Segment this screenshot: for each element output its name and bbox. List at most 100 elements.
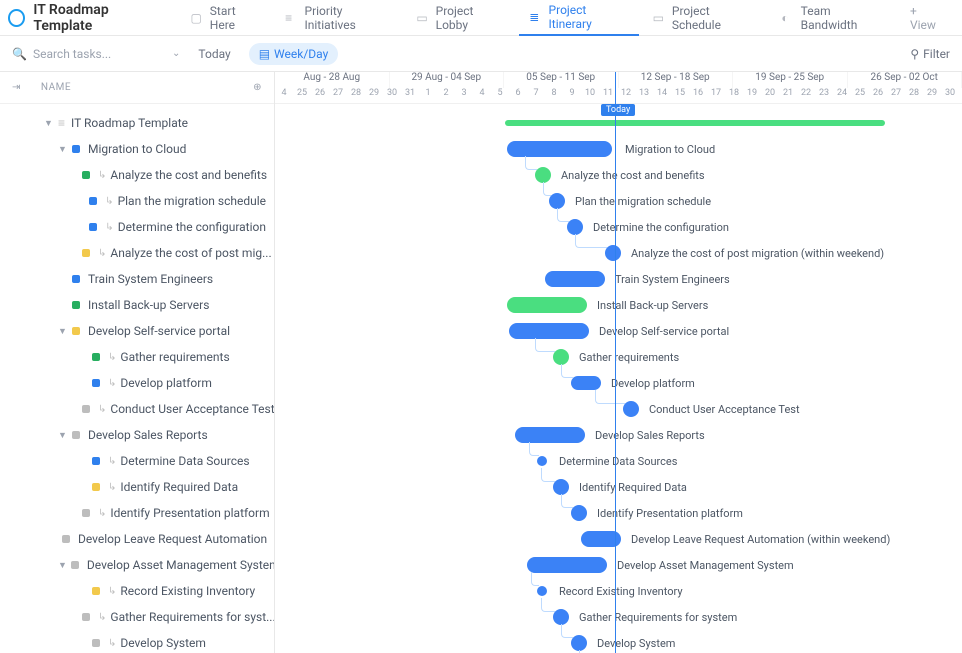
task-row[interactable]: Develop Leave Request Automation [0,526,274,552]
milestone-dot[interactable] [537,586,547,596]
task-row[interactable]: ↳Conduct User Acceptance Test [0,396,274,422]
page-title: IT Roadmap Template [33,2,164,34]
milestone-dot[interactable] [567,219,583,235]
indent-icon[interactable]: ⇥ [12,82,21,93]
task-label: Develop Self-service portal [88,324,230,338]
subtask-icon: ↳ [98,248,106,259]
today-button[interactable]: Today [190,43,238,65]
task-row[interactable]: ↳Determine the configuration [0,214,274,240]
milestone-dot[interactable] [537,456,547,466]
tab-priority[interactable]: ≡Priority Initiatives [275,0,402,36]
task-row[interactable]: ↳Develop platform [0,370,274,396]
milestone-dot[interactable] [553,479,569,495]
task-row[interactable]: ↳Identify Presentation platform [0,500,274,526]
task-row[interactable]: ↳Analyze the cost and benefits [0,162,274,188]
task-row[interactable]: ▼ Develop Self-service portal [0,318,274,344]
day-label: 30 [941,88,959,104]
day-label: 14 [653,88,671,104]
task-row[interactable]: ▼Develop Sales Reports [0,422,274,448]
task-bar[interactable] [571,376,601,390]
task-bar[interactable] [545,271,605,287]
task-row[interactable]: ▼Develop Asset Management System [0,552,274,578]
milestone-dot[interactable] [623,401,639,417]
task-row[interactable]: ↳Plan the migration schedule [0,188,274,214]
task-row[interactable]: ▼ Migration to Cloud [0,136,274,162]
gantt-row[interactable]: Identify Presentation platform [275,500,962,526]
search-icon: 🔍 [12,47,27,61]
search-input[interactable]: 🔍 Search tasks... [12,47,162,61]
tab-schedule[interactable]: ▭Project Schedule [643,0,768,36]
milestone-dot[interactable] [571,505,587,521]
gantt-row[interactable]: Determine Data Sources [275,448,962,474]
filter-button[interactable]: ⚲Filter [910,47,950,61]
gantt-row[interactable]: Gather Requirements for system [275,604,962,630]
timeline-header: Aug - 28 Aug29 Aug - 04 Sep05 Sep - 11 S… [275,72,962,104]
task-row[interactable]: ↳Gather requirements [0,344,274,370]
task-row[interactable]: ↳Record Existing Inventory [0,578,274,604]
week-label: Aug - 28 Aug [275,72,390,88]
weekday-toggle[interactable]: ▤Week/Day [249,43,339,65]
task-row[interactable]: ↳Identify Required Data [0,474,274,500]
task-row[interactable]: ↳Gather Requirements for syst... [0,604,274,630]
milestone-dot[interactable] [553,609,569,625]
gantt-row[interactable]: Determine the configuration [275,214,962,240]
gantt-row[interactable]: Record Existing Inventory [275,578,962,604]
caret-icon[interactable]: ▼ [58,560,67,571]
caret-icon[interactable]: ▼ [58,326,68,337]
gantt-task-label: Identify Presentation platform [597,507,743,520]
gantt-task-label: Plan the migration schedule [575,195,711,208]
caret-icon[interactable]: ▼ [58,430,68,441]
gantt-row[interactable]: Gather requirements [275,344,962,370]
task-bar[interactable] [509,323,589,339]
add-view-button[interactable]: + View [900,0,954,36]
gantt-row[interactable]: Plan the migration schedule [275,188,962,214]
task-bar[interactable] [507,141,612,157]
task-row[interactable]: ▼≡IT Roadmap Template [0,110,274,136]
gantt-row[interactable]: Develop Self-service portal [275,318,962,344]
tab-bandwidth[interactable]: ◐Team Bandwidth [771,0,896,36]
tab-start-here[interactable]: ▢Start Here [180,0,271,36]
milestone-dot[interactable] [605,245,621,261]
task-row[interactable]: ↳Determine Data Sources [0,448,274,474]
gantt-body[interactable]: Migration to CloudAnalyze the cost and b… [275,104,962,653]
gantt-row[interactable]: Conduct User Acceptance Test [275,396,962,422]
gantt-row[interactable]: Analyze the cost of post migration (with… [275,240,962,266]
milestone-dot[interactable] [535,167,551,183]
milestone-dot[interactable] [549,193,565,209]
task-bar[interactable] [507,297,587,313]
milestone-dot[interactable] [571,635,587,651]
caret-icon[interactable]: ▼ [44,118,54,129]
day-label: 18 [725,88,743,104]
add-column-icon[interactable]: ⊕ [253,82,262,93]
subtask-icon: ↳ [108,352,116,363]
chevron-down-icon[interactable]: ⌄ [172,48,180,59]
gantt-row[interactable]: Develop System [275,630,962,653]
gantt-row[interactable]: Identify Required Data [275,474,962,500]
dependency-line [535,338,555,352]
day-label: 7 [527,88,545,104]
dependency-line [561,364,573,378]
tab-lobby[interactable]: ▭Project Lobby [406,0,515,36]
day-label: 6 [509,88,527,104]
task-label: Migration to Cloud [88,142,186,156]
gantt-row[interactable]: Install Back-up Servers [275,292,962,318]
task-bar[interactable] [527,557,607,573]
caret-icon[interactable]: ▼ [58,144,68,155]
task-row[interactable]: Train System Engineers [0,266,274,292]
gantt-row[interactable]: Develop Leave Request Automation (within… [275,526,962,552]
task-row[interactable]: ↳Analyze the cost of post mig... [0,240,274,266]
gantt-row[interactable]: Migration to Cloud [275,136,962,162]
milestone-dot[interactable] [553,349,569,365]
summary-bar[interactable] [505,120,885,126]
task-bar[interactable] [515,427,585,443]
gantt-row[interactable]: Develop Sales Reports [275,422,962,448]
status-dot [92,587,100,595]
gantt-row[interactable]: Analyze the cost and benefits [275,162,962,188]
task-row[interactable]: Install Back-up Servers [0,292,274,318]
gantt-row[interactable]: Develop Asset Management System [275,552,962,578]
gantt-row[interactable]: Train System Engineers [275,266,962,292]
task-row[interactable]: ↳Develop System [0,630,274,653]
tab-itinerary[interactable]: ≣Project Itinerary [519,0,638,36]
gantt-task-label: Conduct User Acceptance Test [649,403,800,416]
status-dot [89,223,97,231]
